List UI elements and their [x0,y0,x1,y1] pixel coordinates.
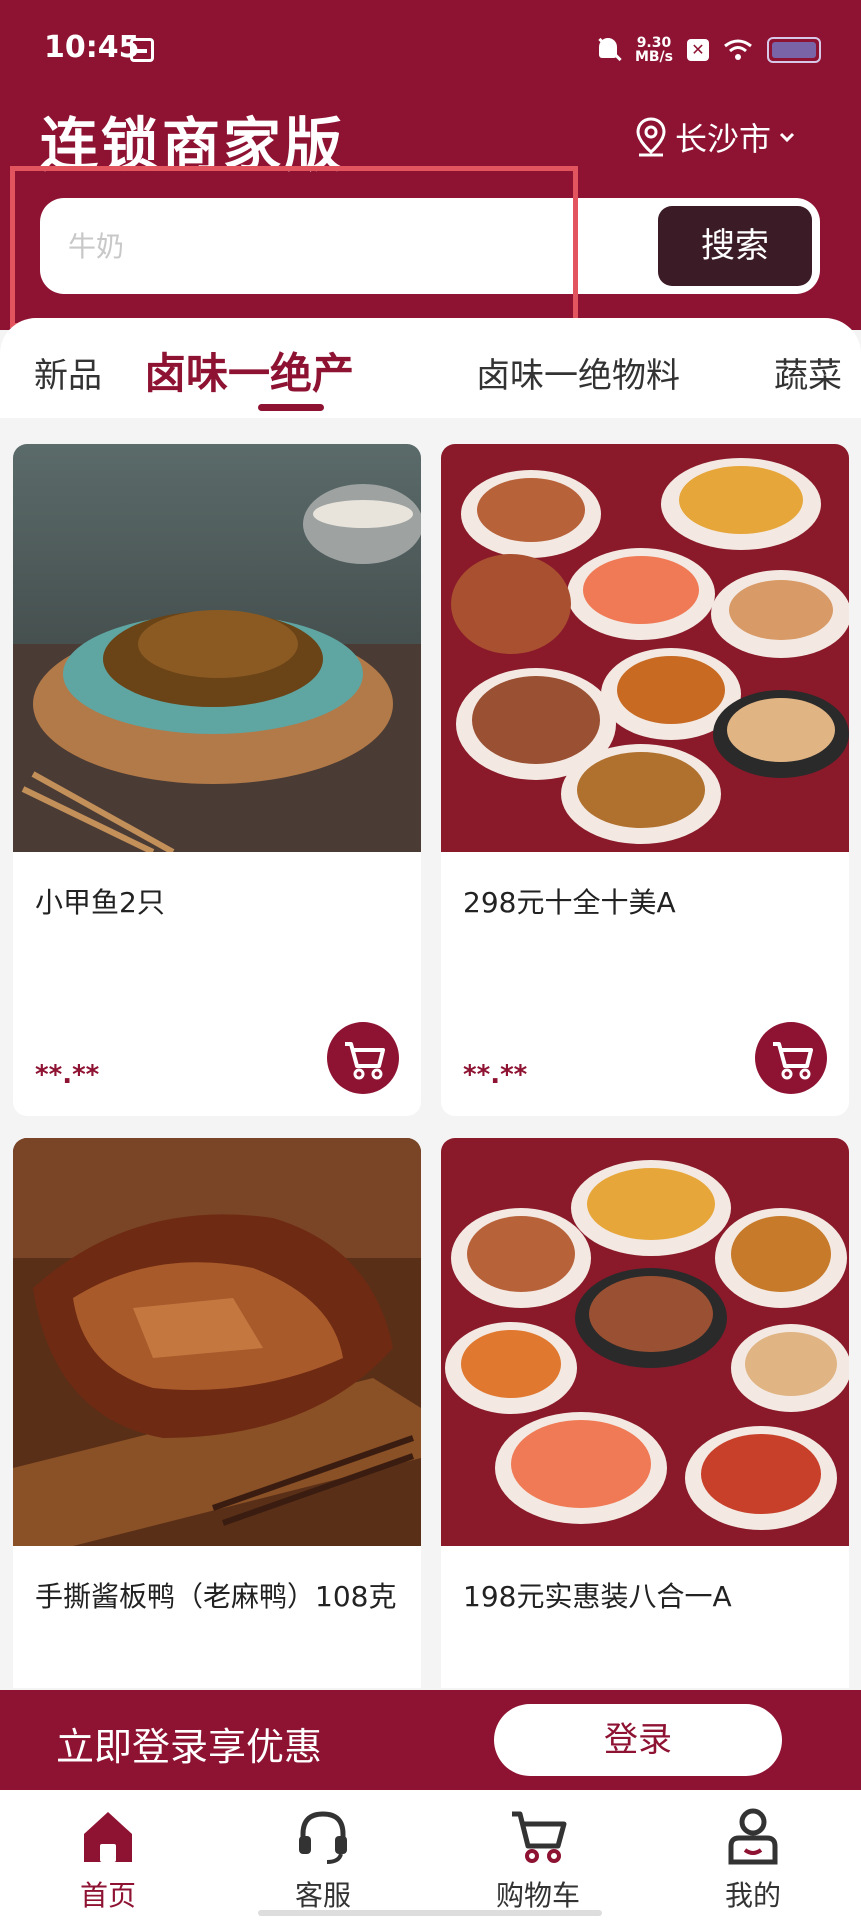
nav-label: 首页 [79,1879,136,1912]
city-selector[interactable]: 长沙市 [633,114,797,160]
login-button[interactable]: 登录 [494,1704,782,1776]
cart-icon [512,1811,567,1863]
status-icons: 9.30 MB/s ✕ [595,32,821,68]
product-card[interactable]: 198元实惠装八合一A [441,1138,849,1688]
active-tab-indicator [258,404,324,411]
tab-new[interactable]: 新品 [34,348,102,397]
headset-icon [299,1811,347,1864]
x-icon: ✕ [687,39,709,61]
nav-label: 我的 [724,1879,781,1912]
product-card[interactable]: 298元十全十美A **.** [441,444,849,1116]
tab-vegetables[interactable]: 蔬菜 [774,348,842,397]
bell-muted-icon [595,36,621,64]
search-highlight-outline [10,166,578,328]
cart-icon [345,1042,385,1080]
wifi-icon [724,39,752,60]
nav-item-profile[interactable]: 我的 [683,1804,823,1914]
cart-icon [773,1042,813,1080]
status-time: 10:45 [44,30,140,65]
tab-braised-products[interactable]: 卤味一绝产 [144,340,354,401]
product-name: 小甲鱼2只 [35,886,165,919]
product-image[interactable] [13,444,421,852]
add-to-cart-button[interactable] [327,1022,399,1094]
product-image[interactable] [13,1138,421,1546]
network-speed-unit: MB/s [634,49,673,65]
location-pin-icon [636,117,666,157]
product-name: 198元实惠装八合一A [463,1580,732,1613]
product-name: 手撕酱板鸭（老麻鸭）108克 [35,1580,397,1613]
tab-braised-materials[interactable]: 卤味一绝物料 [476,348,680,397]
battery-icon [767,37,821,63]
nav-item-cart[interactable]: 购物车 [468,1804,608,1914]
network-speed: 9.30 MB/s [635,36,673,64]
category-tabs: 新品 卤味一绝产 卤味一绝物料 蔬菜 [0,318,861,418]
product-name: 298元十全十美A [463,886,676,919]
nav-item-customer-service[interactable]: 客服 [253,1804,393,1914]
login-promo-text: 立即登录享优惠 [56,1725,323,1769]
product-price: **.** [35,1060,100,1090]
nav-label: 购物车 [495,1879,580,1912]
nav-item-home[interactable]: 首页 [38,1804,178,1914]
city-name: 长沙市 [674,120,771,158]
chevron-down-icon [779,132,795,143]
home-indicator [258,1910,602,1916]
nav-label: 客服 [294,1879,351,1912]
bottom-nav: 首页 客服 购物车 我的 [0,1790,861,1920]
home-icon [84,1812,132,1862]
product-price: **.** [463,1060,528,1090]
product-image[interactable] [441,1138,849,1546]
add-to-cart-button[interactable] [755,1022,827,1094]
status-bar: 10:45 9.30 MB/s ✕ [0,0,861,100]
product-grid: 小甲鱼2只 **.** 298元十全十美A **.** 手撕酱板鸭（老麻鸭）10… [0,418,861,1688]
product-image[interactable] [441,444,849,852]
product-card[interactable]: 小甲鱼2只 **.** [13,444,421,1116]
calendar-icon [130,38,154,62]
search-button[interactable]: 搜索 [658,206,812,286]
login-banner: 立即登录享优惠 登录 [0,1690,861,1790]
product-card[interactable]: 手撕酱板鸭（老麻鸭）108克 [13,1138,421,1688]
profile-icon [728,1808,778,1865]
